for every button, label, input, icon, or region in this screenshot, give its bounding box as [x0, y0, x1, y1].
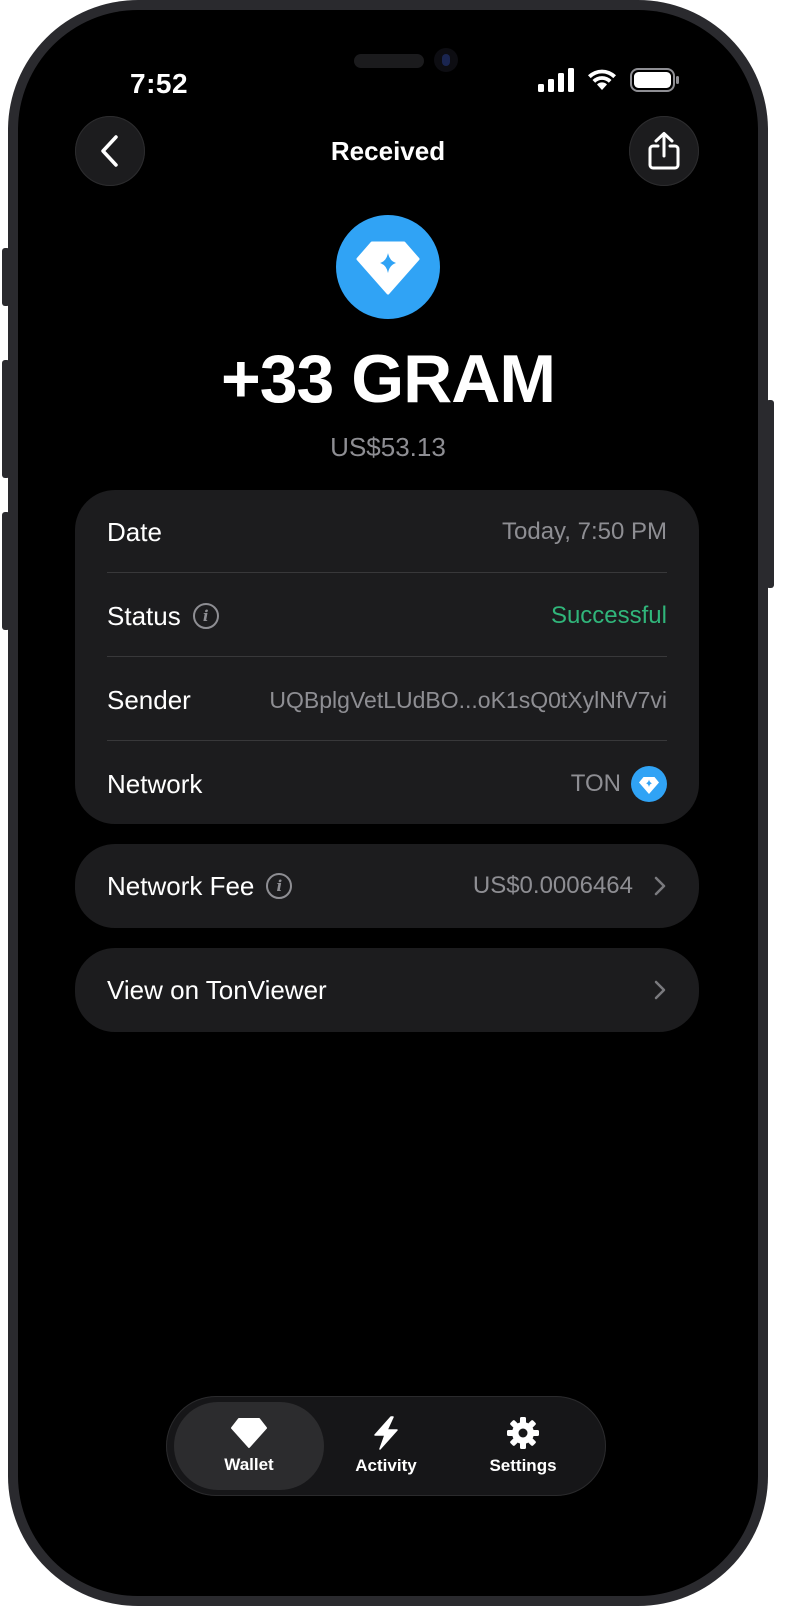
wifi-icon [588, 69, 616, 90]
tab-label: Activity [355, 1456, 417, 1475]
date-value: Today, 7:50 PM [502, 518, 667, 545]
transaction-amount: +33 GRAM [221, 341, 556, 417]
fiat-value: US$53.13 [330, 432, 446, 462]
network-label: Network [107, 768, 203, 799]
tab-wallet[interactable]: Wallet [174, 1402, 324, 1490]
chevron-right-icon [654, 980, 666, 1000]
fee-value: US$0.0006464 [472, 872, 633, 899]
share-icon [648, 132, 680, 170]
sender-label: Sender [107, 684, 191, 715]
divider [107, 572, 667, 573]
volume-up-button [2, 360, 10, 478]
date-label: Date [107, 516, 162, 547]
tab-settings[interactable]: Settings [448, 1402, 598, 1490]
tonviewer-row[interactable]: View on TonViewer [107, 948, 667, 1032]
status-label-group: Status i [107, 601, 219, 632]
network-value: TON [570, 770, 621, 797]
battery-icon [630, 68, 679, 92]
action-button [2, 248, 10, 306]
status-row: Status i Successful [107, 574, 667, 658]
share-button[interactable] [629, 116, 699, 186]
power-button [766, 400, 774, 588]
dynamic-island [358, 46, 488, 90]
view-on-tonviewer-button[interactable]: View on TonViewer [75, 948, 699, 1032]
fee-label-group: Network Fee i [107, 870, 293, 902]
token-logo [336, 215, 440, 319]
details-card: Date Today, 7:50 PM Status i Successful … [75, 490, 699, 824]
network-row: Network TON [107, 742, 667, 826]
tab-label: Wallet [224, 1455, 274, 1474]
cellular-signal-icon [538, 68, 574, 92]
gem-icon [231, 1418, 267, 1448]
volume-down-button [2, 512, 10, 630]
divider [107, 740, 667, 741]
sender-address[interactable]: UQBplgVetLUdBO...oK1sQ0tXylNfV7vi [269, 687, 667, 714]
info-icon[interactable]: i [192, 603, 219, 629]
network-fee-row[interactable]: Network Fee i US$0.0006464 [107, 844, 667, 928]
screen: 7:52 Received +33 GRAM US$53.13 Date Tod… [18, 10, 758, 1596]
divider [107, 656, 667, 657]
status-label: Status [107, 600, 181, 631]
status-time: 7:52 [130, 68, 189, 99]
tab-bar: Wallet Activity Settings [166, 1396, 606, 1496]
fee-value-group: US$0.0006464 [473, 872, 667, 900]
sender-row[interactable]: Sender UQBplgVetLUdBO...oK1sQ0tXylNfV7vi [107, 658, 667, 742]
tab-label: Settings [489, 1456, 557, 1475]
status-value: Successful [550, 602, 667, 629]
front-camera [434, 48, 458, 72]
gear-icon [507, 1417, 539, 1449]
date-row: Date Today, 7:50 PM [107, 490, 667, 574]
fee-label: Network Fee [107, 870, 255, 901]
network-fee-card[interactable]: Network Fee i US$0.0006464 [75, 844, 699, 928]
info-icon[interactable]: i [266, 873, 293, 899]
speaker-grille [354, 54, 424, 68]
tonviewer-label: View on TonViewer [107, 974, 327, 1005]
network-value-group: TON [571, 766, 667, 802]
chevron-right-icon [654, 876, 666, 896]
bolt-icon [374, 1416, 398, 1450]
tab-activity[interactable]: Activity [311, 1402, 461, 1490]
gem-icon [356, 241, 420, 295]
ton-logo-icon [631, 766, 667, 802]
status-icons [538, 68, 680, 92]
